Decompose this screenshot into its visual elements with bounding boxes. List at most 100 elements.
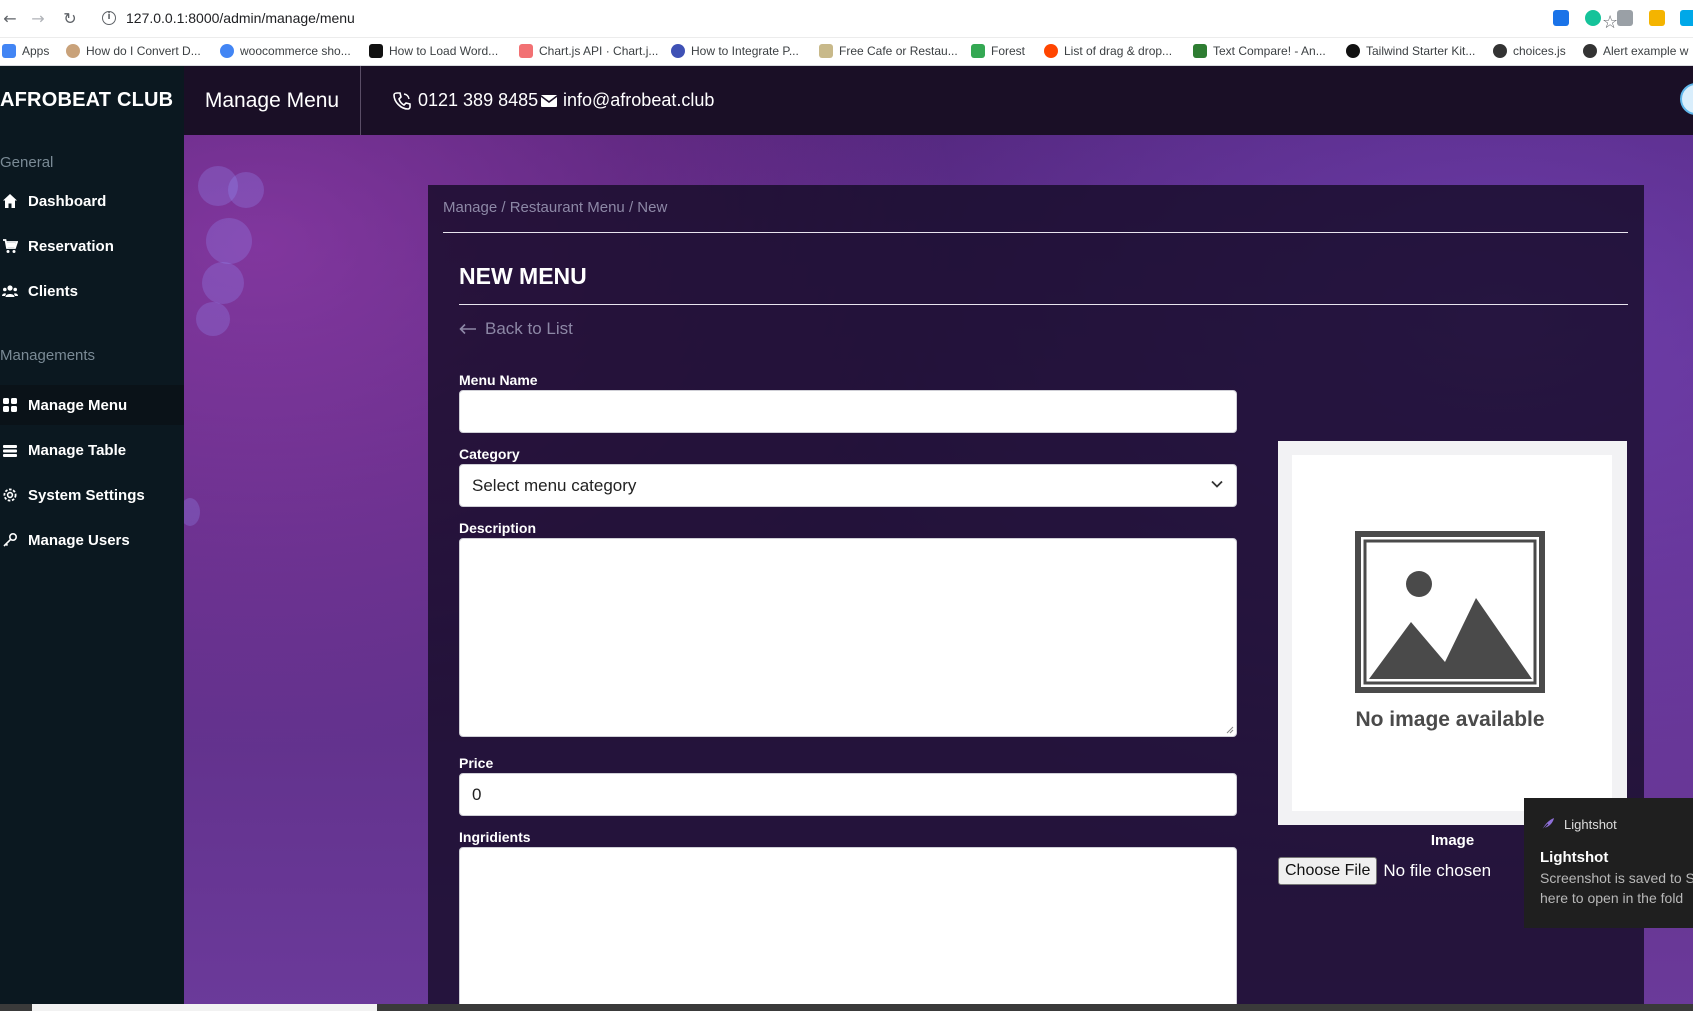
description-label: Description — [459, 520, 537, 536]
sidebar-group-managements: Managements — [0, 347, 96, 364]
bookmark-item[interactable]: woocommerce sho... — [220, 44, 351, 58]
page-title-text: Manage Menu — [204, 88, 340, 112]
extension-icon[interactable] — [1680, 10, 1693, 26]
breadcrumb-divider — [443, 232, 1628, 233]
sidebar-item-reservation[interactable]: Reservation — [0, 226, 184, 266]
bookmark-item[interactable]: Alert example w — [1583, 44, 1688, 58]
chartjs-favicon-icon — [519, 44, 533, 58]
grid-icon — [2, 397, 18, 413]
cart-icon — [2, 238, 18, 254]
form-title: NEW MENU — [459, 263, 587, 289]
grammarly-extension-icon[interactable] — [1585, 10, 1601, 26]
bookmark-star-icon[interactable]: ☆ — [1602, 12, 1618, 33]
reload-icon[interactable]: ↻ — [60, 9, 80, 29]
sidebar-item-manage-menu[interactable]: Manage Menu — [0, 385, 184, 425]
choose-file-button[interactable]: Choose File — [1278, 857, 1378, 885]
sidebar-item-label: Clients — [28, 282, 79, 300]
site-favicon-icon — [1583, 44, 1597, 58]
price-input[interactable]: 0 — [459, 773, 1237, 816]
bookmark-label: How to Integrate P... — [691, 44, 799, 58]
sidebar-item-label: Manage Table — [28, 441, 127, 459]
bookmark-label: Forest — [991, 44, 1026, 58]
sidebar-item-label: Manage Users — [28, 531, 130, 549]
phone-number: 0121 389 8485 — [418, 90, 539, 110]
info-icon[interactable]: i — [102, 11, 116, 25]
bookmark-label: List of drag & drop... — [1064, 44, 1173, 58]
bookmark-item[interactable]: choices.js — [1493, 44, 1566, 58]
avatar[interactable] — [1680, 83, 1693, 115]
bookmark-apps[interactable]: Apps — [2, 44, 49, 58]
bookmark-item[interactable]: Text Compare! - An... — [1193, 44, 1326, 58]
sidebar: General Dashboard Reservation Clients Ma… — [0, 135, 184, 1011]
browser-toolbar: ← → ↻ i 127.0.0.1:8000/admin/manage/menu… — [0, 0, 1693, 38]
top-header: AFROBEAT CLUB Manage Menu 0121 389 8485 … — [0, 66, 1693, 135]
site-favicon-icon — [1346, 44, 1360, 58]
price-label: Price — [459, 755, 494, 771]
back-arrow-icon[interactable]: ← — [0, 9, 20, 29]
form-panel: Manage / Restaurant Menu / New NEW MENU … — [428, 185, 1644, 1011]
brand-logo[interactable]: AFROBEAT CLUB — [0, 66, 184, 135]
background-bokeh — [202, 262, 244, 304]
scrollbar-thumb[interactable] — [32, 1004, 377, 1011]
forward-arrow-icon[interactable]: → — [28, 9, 48, 29]
sidebar-item-clients[interactable]: Clients — [0, 271, 184, 311]
mail-icon — [541, 94, 557, 107]
file-input[interactable]: Choose File No file chosen — [1278, 857, 1491, 885]
site-favicon-icon — [369, 44, 383, 58]
sidebar-item-manage-table[interactable]: Manage Table — [0, 430, 184, 470]
bookmark-item[interactable]: How do I Convert D... — [66, 44, 201, 58]
chevron-down-icon — [1211, 480, 1223, 488]
site-favicon-icon — [1493, 44, 1507, 58]
bookmark-label: Apps — [22, 44, 50, 58]
sidebar-item-dashboard[interactable]: Dashboard — [0, 181, 184, 221]
horizontal-scrollbar[interactable] — [0, 1004, 1693, 1011]
camera-extension-icon[interactable] — [1617, 10, 1633, 26]
pencil-extension-icon[interactable] — [1649, 10, 1665, 26]
page-title: Manage Menu — [184, 66, 361, 135]
toast-app-name: Lightshot — [1564, 816, 1617, 832]
bookmark-label: How to Load Word... — [389, 44, 499, 58]
title-divider — [459, 304, 1628, 305]
email-contact[interactable]: info@afrobeat.club — [541, 90, 714, 111]
bookmark-item[interactable]: Free Cafe or Restau... — [819, 44, 958, 58]
bookmark-label: How do I Convert D... — [86, 44, 201, 58]
download-extension-icon[interactable] — [1553, 10, 1569, 26]
back-to-list-link[interactable]: Back to List — [459, 319, 573, 339]
category-select[interactable]: Select menu category — [459, 464, 1237, 507]
sidebar-item-label: Manage Menu — [28, 396, 128, 414]
ingredients-textarea[interactable] — [459, 847, 1237, 1011]
bookmarks-bar: Apps How do I Convert D... woocommerce s… — [0, 38, 1693, 66]
bookmark-item[interactable]: Forest — [971, 44, 1025, 58]
bookmark-item[interactable]: How to Integrate P... — [671, 44, 799, 58]
bookmark-item[interactable]: Tailwind Starter Kit... — [1346, 44, 1475, 58]
resize-handle-icon[interactable] — [1224, 724, 1234, 734]
reddit-favicon-icon — [1044, 44, 1058, 58]
bookmark-label: woocommerce sho... — [240, 44, 351, 58]
no-image-text: No image available — [1355, 708, 1544, 731]
bookmark-item[interactable]: List of drag & drop... — [1044, 44, 1172, 58]
drive-favicon-icon — [971, 44, 985, 58]
email-address: info@afrobeat.club — [563, 90, 715, 110]
sidebar-item-system-settings[interactable]: System Settings — [0, 475, 184, 515]
menu-name-input[interactable] — [459, 390, 1237, 433]
bookmark-item[interactable]: Chart.js API · Chart.j... — [519, 44, 658, 58]
home-icon — [2, 193, 18, 209]
bookmark-label: Chart.js API · Chart.j... — [539, 44, 659, 58]
toast-app-header: Lightshot — [1540, 816, 1617, 832]
phone-contact[interactable]: 0121 389 8485 — [392, 90, 538, 111]
sidebar-group-general: General — [0, 154, 54, 171]
no-image-placeholder: No image available — [1355, 531, 1545, 731]
phone-icon — [393, 91, 411, 110]
ingredients-label: Ingridients — [459, 829, 531, 845]
apps-grid-icon — [2, 44, 16, 58]
app-root: AFROBEAT CLUB Manage Menu 0121 389 8485 … — [0, 66, 1693, 1011]
bookmark-label: Free Cafe or Restau... — [839, 44, 958, 58]
description-textarea[interactable] — [459, 538, 1237, 737]
bookmark-item[interactable]: How to Load Word... — [369, 44, 498, 58]
google-favicon-icon — [220, 44, 234, 58]
address-bar[interactable]: i 127.0.0.1:8000/admin/manage/menu ☆ — [92, 5, 1618, 33]
lightshot-notification[interactable]: Lightshot Lightshot Screenshot is saved … — [1524, 798, 1693, 928]
sidebar-item-label: Dashboard — [28, 192, 107, 210]
sidebar-item-manage-users[interactable]: Manage Users — [0, 520, 184, 560]
key-icon — [2, 532, 18, 548]
